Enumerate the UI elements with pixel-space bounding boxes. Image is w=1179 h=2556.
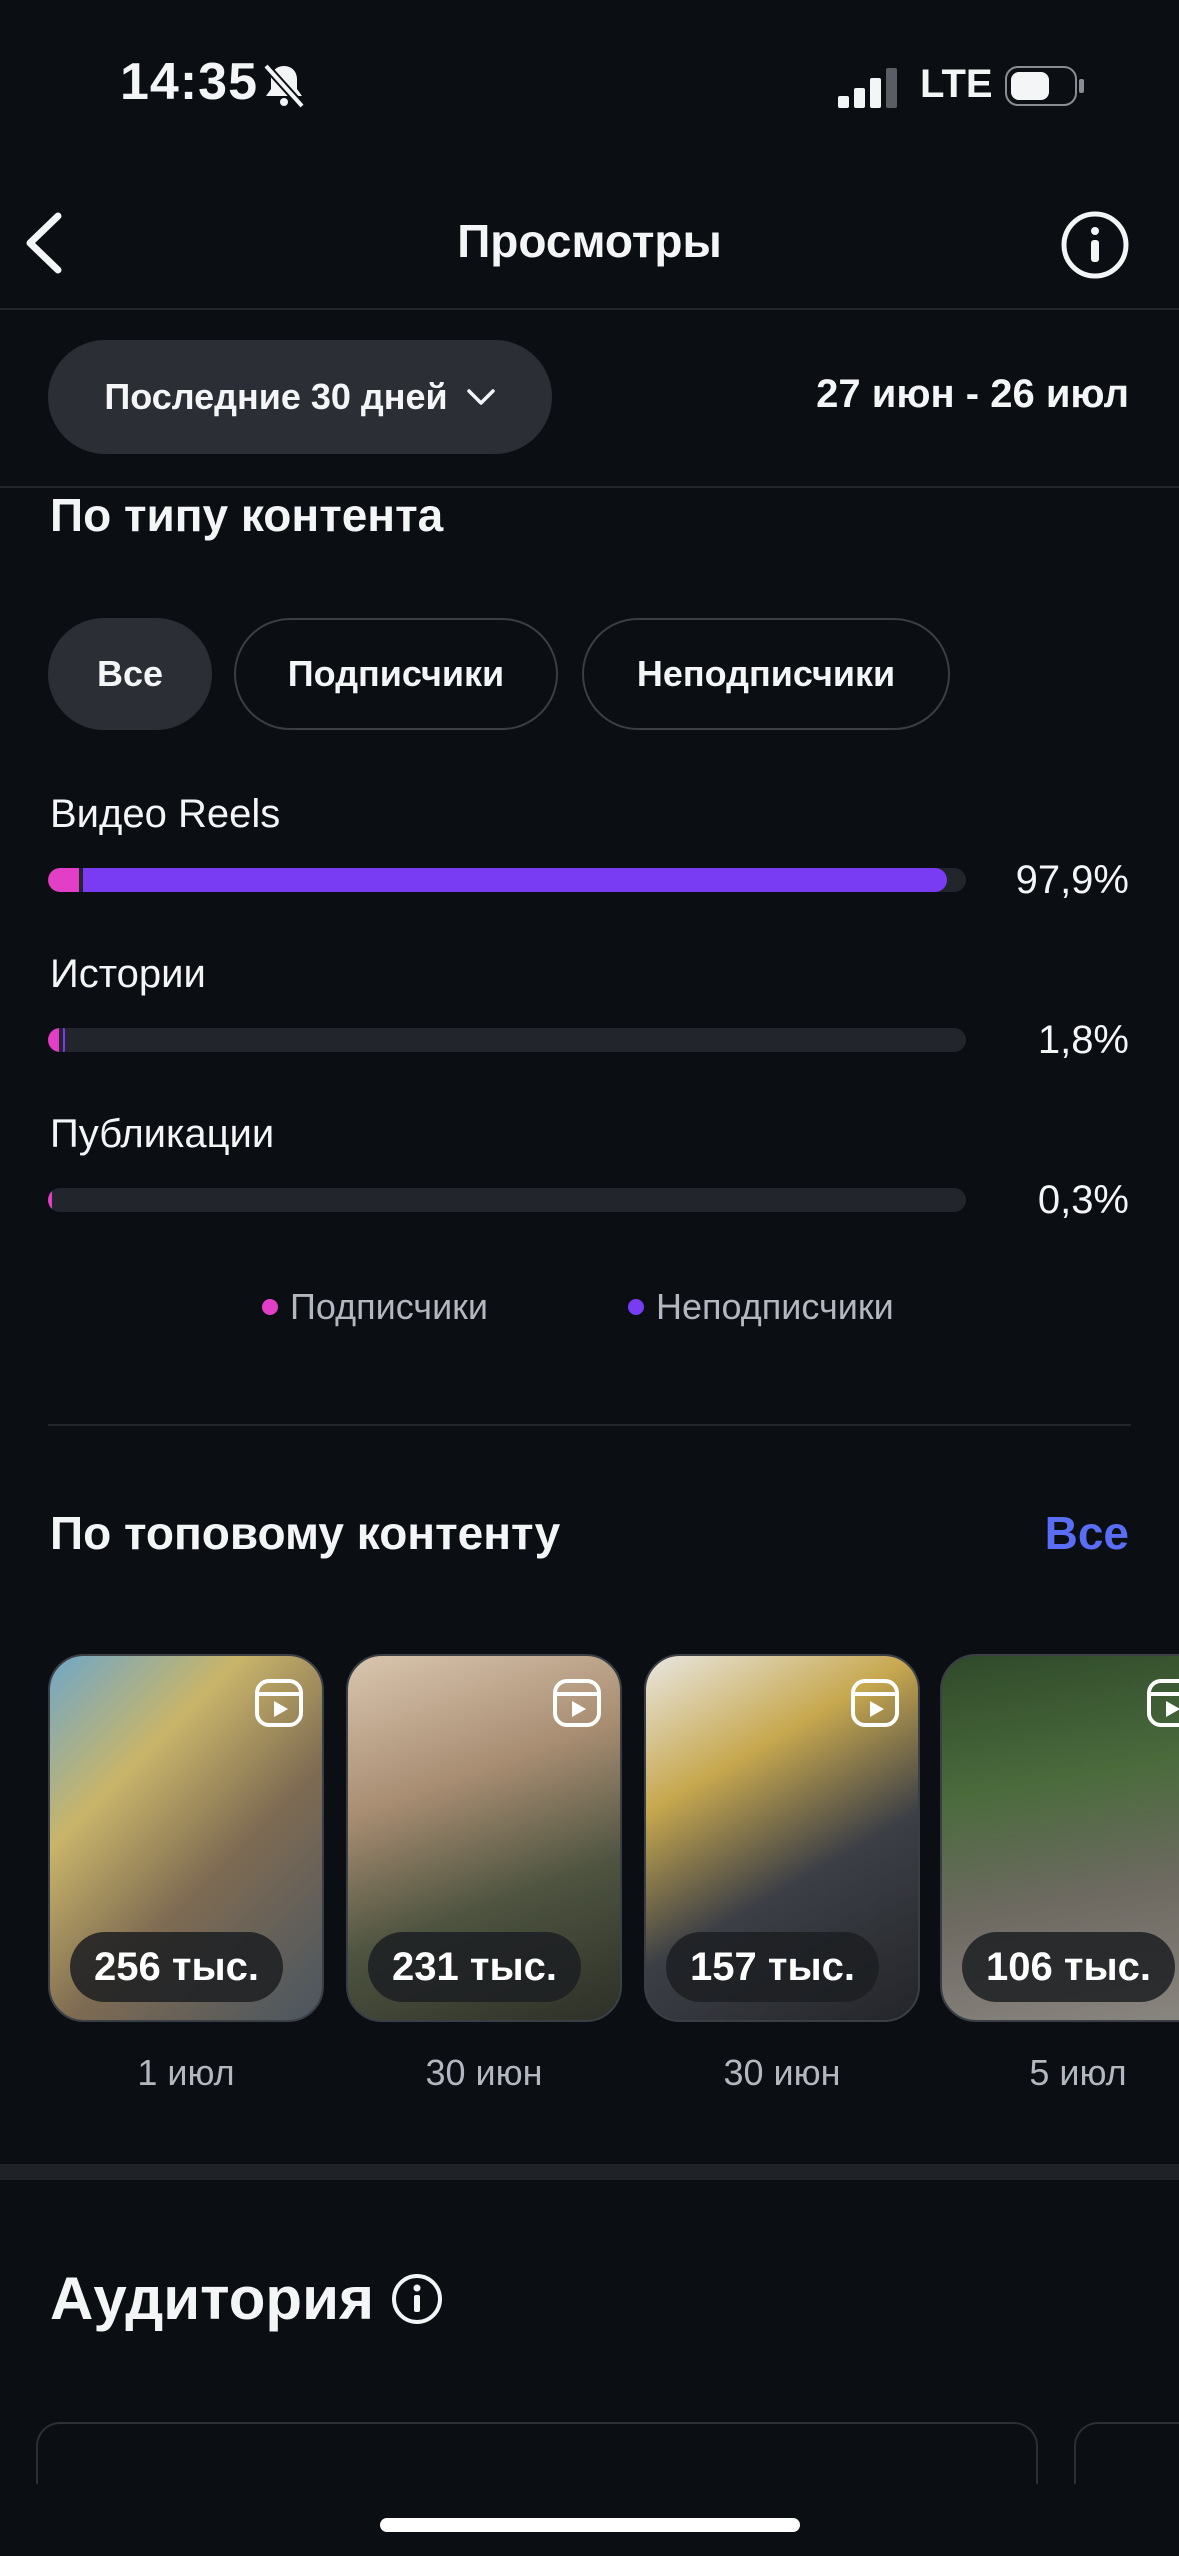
views-badge: 106 тыс.: [962, 1932, 1175, 2002]
tab-followers[interactable]: Подписчики: [234, 618, 558, 730]
bar-track-reels: [48, 868, 966, 892]
legend-dot-followers: [262, 1299, 278, 1315]
period-dropdown[interactable]: Последние 30 дней: [48, 340, 552, 454]
top-content-date: 30 июн: [425, 2052, 543, 2093]
legend-dot-non-followers: [628, 1299, 644, 1315]
date-range: 27 июн - 26 июл: [816, 372, 1129, 416]
see-all-link[interactable]: Все: [1045, 1506, 1129, 1560]
period-label: Последние 30 дней: [104, 376, 448, 417]
tab-all[interactable]: Все: [48, 618, 212, 730]
bar-followers-segment: [48, 868, 80, 892]
top-content-item[interactable]: 157 тыс.: [644, 1654, 920, 2022]
chevron-down-icon: [466, 389, 495, 405]
bar-track-posts: [48, 1188, 966, 1212]
legend-non-followers: Неподписчики: [628, 1286, 894, 1328]
legend-label-non-followers: Неподписчики: [656, 1286, 894, 1327]
battery-icon: [1005, 66, 1084, 106]
reels-icon: [255, 1679, 303, 1727]
top-content-item[interactable]: 231 тыс.: [346, 1654, 622, 2022]
legend-label-followers: Подписчики: [290, 1286, 489, 1327]
header-divider: [0, 308, 1179, 310]
info-icon[interactable]: [390, 2272, 444, 2326]
views-badge: 231 тыс.: [368, 1932, 581, 2002]
section-title-top-content: По топовому контенту: [50, 1507, 561, 1559]
section-separator: [0, 2164, 1179, 2180]
bar-label-posts: Публикации: [50, 1112, 275, 1156]
status-time: 14:35: [120, 53, 258, 111]
top-content-item[interactable]: 256 тыс.: [48, 1654, 324, 2022]
section-title-content-type: По типу контента: [50, 489, 444, 541]
reels-icon: [553, 1679, 601, 1727]
bar-percent-posts: 0,3%: [1037, 1178, 1129, 1222]
bar-non-followers-segment: [83, 868, 947, 892]
legend-followers: Подписчики: [262, 1286, 488, 1328]
bar-track-stories: [48, 1028, 966, 1052]
bell-muted-icon: [263, 63, 305, 108]
top-content-date: 5 июл: [1029, 2052, 1127, 2093]
bar-label-stories: Истории: [50, 952, 206, 996]
audience-card: [1074, 2422, 1179, 2484]
views-badge: 256 тыс.: [70, 1932, 283, 2002]
top-content-date: 1 июл: [137, 2052, 235, 2093]
top-content-date: 30 июн: [723, 2052, 841, 2093]
section-title-audience: Аудитория: [50, 2265, 374, 2332]
bar-label-reels: Видео Reels: [50, 792, 281, 836]
home-indicator: [380, 2518, 800, 2532]
bar-non-followers-segment: [63, 1028, 65, 1052]
page-title: Просмотры: [457, 215, 722, 267]
bar-followers-segment: [48, 1028, 60, 1052]
info-icon[interactable]: [1060, 210, 1130, 280]
signal-icon: [838, 68, 897, 108]
network-label: LTE: [920, 62, 993, 106]
reels-icon: [1147, 1679, 1179, 1727]
views-badge: 157 тыс.: [666, 1932, 879, 2002]
tab-non-followers[interactable]: Неподписчики: [582, 618, 950, 730]
bar-percent-reels: 97,9%: [1015, 858, 1129, 902]
top-content-item[interactable]: 106 тыс.: [940, 1654, 1179, 2022]
section-divider: [48, 1424, 1131, 1426]
bar-followers-segment: [48, 1188, 52, 1212]
bar-percent-stories: 1,8%: [1037, 1018, 1129, 1062]
audience-card: [36, 2422, 1038, 2484]
reels-icon: [851, 1679, 899, 1727]
top-content-clip: 106 тыс.: [940, 1654, 1179, 2022]
